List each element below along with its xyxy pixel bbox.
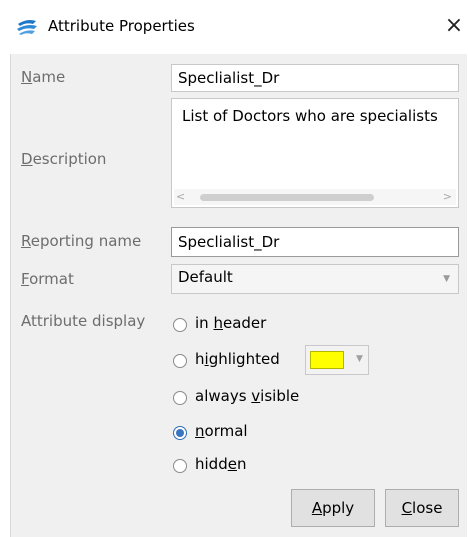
radio-button[interactable]: [173, 391, 187, 405]
name-label: Name: [21, 68, 66, 86]
scrollbar-thumb[interactable]: [200, 194, 374, 201]
description-text: List of Doctors who are specialists: [182, 107, 438, 125]
radio-label: hidden: [195, 455, 247, 473]
window-title: Attribute Properties: [48, 17, 195, 35]
attribute-display-label: Attribute display: [21, 312, 146, 330]
dialog-body: Name Speclialist_Dr Description List of …: [10, 54, 467, 537]
chevron-down-icon: ▼: [443, 274, 450, 284]
radio-label: highlighted: [195, 350, 280, 368]
chevron-down-icon: ▼: [356, 354, 363, 364]
title-bar: Attribute Properties ×: [0, 0, 468, 54]
description-label: Description: [21, 150, 107, 168]
reporting-name-label: Reporting name: [21, 232, 142, 250]
attribute-properties-dialog: Attribute Properties × Name Speclialist_…: [0, 0, 468, 537]
radio-button[interactable]: [173, 318, 187, 332]
apply-button[interactable]: Apply: [291, 489, 375, 527]
scroll-right-icon[interactable]: >: [443, 189, 452, 205]
radio-label: normal: [195, 422, 248, 440]
format-select[interactable]: Default ▼: [171, 264, 459, 294]
highlight-color-picker[interactable]: ▼: [305, 345, 369, 375]
format-label: Format: [21, 270, 74, 288]
horizontal-scrollbar[interactable]: < >: [174, 189, 456, 205]
color-swatch: [310, 351, 344, 369]
name-field[interactable]: Speclialist_Dr: [171, 64, 459, 92]
scroll-left-icon[interactable]: <: [176, 189, 185, 205]
radio-button[interactable]: [173, 459, 187, 473]
radio-button-selected[interactable]: [173, 426, 187, 440]
close-button[interactable]: Close: [385, 489, 459, 527]
radio-label: always visible: [195, 387, 300, 405]
format-value: Default: [178, 268, 233, 286]
radio-label: in header: [195, 314, 267, 332]
app-logo-icon: [17, 20, 37, 35]
reporting-name-field[interactable]: Speclialist_Dr: [171, 227, 459, 257]
radio-button[interactable]: [173, 354, 187, 368]
description-field[interactable]: List of Doctors who are specialists < >: [171, 98, 459, 208]
close-window-icon[interactable]: ×: [440, 12, 468, 40]
